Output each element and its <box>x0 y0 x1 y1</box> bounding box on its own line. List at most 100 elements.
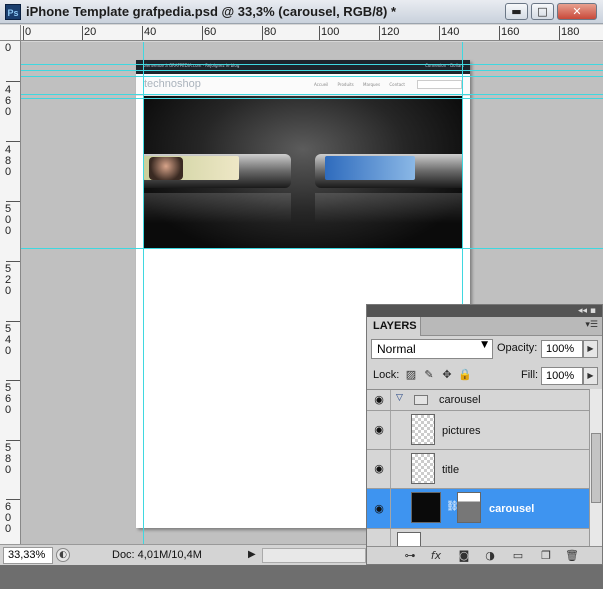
ruler-label: 5 0 0 <box>5 203 12 237</box>
ruler-label: 5 8 0 <box>5 442 12 476</box>
vertical-ruler[interactable]: 0 4 6 0 4 8 0 5 0 0 5 2 0 5 4 0 5 6 0 5 … <box>0 41 21 544</box>
layer-row-title[interactable]: ◉ title <box>367 450 589 489</box>
ruler-tick <box>23 26 24 40</box>
ruler-label: 180 <box>561 26 580 38</box>
ruler-tick <box>82 26 83 40</box>
site-navbar: technoshop Accueil Produits Marques Cont… <box>136 74 470 96</box>
face-photo <box>149 157 183 180</box>
scrollbar-thumb[interactable] <box>591 433 601 503</box>
eye-icon[interactable]: ◉ <box>372 394 386 406</box>
ruler-label: 140 <box>441 26 460 38</box>
ruler-corner[interactable] <box>0 25 21 41</box>
layer-mask-thumbnail[interactable] <box>457 492 481 523</box>
guide-line[interactable] <box>143 42 144 544</box>
trash-icon[interactable]: 🗑 <box>565 549 579 562</box>
link-layers-icon[interactable]: ⊶ <box>403 549 417 562</box>
ruler-label: 5 6 0 <box>5 382 12 416</box>
ruler-tick <box>6 499 20 500</box>
ruler-label: 5 4 0 <box>5 323 12 357</box>
adjustment-icon[interactable]: ◑ <box>483 549 497 562</box>
lock-image-icon[interactable]: ✎ <box>422 368 436 382</box>
ruler-label: 20 <box>84 26 97 38</box>
layers-scrollbar[interactable] <box>589 389 602 546</box>
collapse-panel-icon[interactable]: ◂◂ ▪ <box>578 305 596 317</box>
doc-size: Doc: 4,01M/10,4M <box>112 549 202 561</box>
eye-icon[interactable]: ◉ <box>372 503 386 515</box>
phone-reflection <box>315 193 463 223</box>
minimize-icon: ▬ <box>511 5 522 18</box>
lock-all-icon[interactable]: 🔒 <box>458 368 472 382</box>
lock-transparency-icon[interactable]: ▨ <box>404 368 418 382</box>
window-title: iPhone Template grafpedia.psd @ 33,3% (c… <box>26 4 397 19</box>
iphone-screen <box>325 156 415 180</box>
fx-icon[interactable]: fx <box>429 549 443 562</box>
guide-line[interactable] <box>21 248 603 249</box>
zoom-icon[interactable]: ◐ <box>56 548 70 562</box>
layer-row-group-carousel[interactable]: ◉ ▽ carousel <box>367 390 589 411</box>
layer-thumbnail <box>397 532 421 546</box>
expand-triangle-icon[interactable]: ▽ <box>396 393 403 403</box>
ruler-label: 0 <box>5 42 12 54</box>
guide-line[interactable] <box>21 64 603 65</box>
fill-slider-button[interactable]: ▶ <box>583 367 598 385</box>
zoom-field[interactable]: 33,33% <box>3 547 53 564</box>
layer-name: title <box>442 464 460 476</box>
close-button[interactable]: ✕ <box>557 3 597 20</box>
layers-panel: ◂◂ ▪ LAYERS ▾☰ Normal ▼ Opacity: 100% ▶ … <box>366 304 603 565</box>
maximize-button[interactable]: □ <box>531 3 554 20</box>
ruler-tick <box>439 26 440 40</box>
close-icon: ✕ <box>572 5 582 18</box>
ruler-tick <box>202 26 203 40</box>
site-topbar: bienvenue à GRAFPEDIA.com · Rejoignez le… <box>136 60 470 74</box>
ruler-label: 160 <box>501 26 520 38</box>
visibility-column <box>367 529 391 546</box>
ruler-label: 40 <box>144 26 157 38</box>
horizontal-ruler[interactable]: 0 20 40 60 80 100 120 140 160 180 <box>21 25 603 41</box>
panel-menu-icon[interactable]: ▾☰ <box>585 320 598 330</box>
lock-label: Lock: <box>373 369 400 381</box>
layers-panel-footer: ⊶ fx ◙ ◑ ▭ ❐ 🗑 <box>367 546 602 564</box>
guide-line[interactable] <box>21 70 603 71</box>
ruler-label: 4 6 0 <box>5 84 12 118</box>
layer-row-pictures[interactable]: ◉ pictures <box>367 411 589 450</box>
layer-name: pictures <box>442 425 481 437</box>
blend-mode-select[interactable]: Normal ▼ <box>371 339 493 359</box>
fill-field[interactable]: 100% <box>541 367 583 385</box>
carousel-image <box>143 96 463 249</box>
lock-position-icon[interactable]: ✥ <box>440 368 454 382</box>
layers-list: ◉ ▽ carousel ◉ pictures ◉ title ◉ ⛓ caro… <box>367 389 589 546</box>
ruler-tick <box>6 201 20 202</box>
status-menu-arrow-icon[interactable]: ▶ <box>248 549 256 560</box>
panel-tab-row: LAYERS ▾☰ <box>367 317 602 336</box>
ruler-label: 6 0 0 <box>5 501 12 535</box>
chevron-down-icon: ▼ <box>481 340 488 350</box>
eye-icon[interactable]: ◉ <box>372 424 386 436</box>
ruler-tick <box>262 26 263 40</box>
ruler-tick <box>6 321 20 322</box>
eye-icon[interactable]: ◉ <box>372 463 386 475</box>
new-group-icon[interactable]: ▭ <box>511 549 525 562</box>
layer-row-carousel-selected[interactable]: ◉ ⛓ carousel <box>367 489 589 529</box>
opacity-slider-button[interactable]: ▶ <box>583 340 598 358</box>
guide-line[interactable] <box>21 94 603 95</box>
ruler-label: 4 8 0 <box>5 144 12 178</box>
minimize-button[interactable]: ▬ <box>505 3 528 20</box>
layer-row-partial[interactable] <box>367 529 589 546</box>
opacity-field[interactable]: 100% <box>541 340 583 358</box>
ruler-label: 80 <box>264 26 277 38</box>
guide-line[interactable] <box>21 76 603 77</box>
horizontal-scrollbar[interactable] <box>262 548 366 563</box>
status-bar: 33,33% ◐ Doc: 4,01M/10,4M ▶ <box>0 544 366 565</box>
ruler-tick <box>6 81 20 82</box>
layer-name: carousel <box>489 503 535 515</box>
iphone-left <box>143 154 291 188</box>
ruler-label: 100 <box>321 26 340 38</box>
new-layer-icon[interactable]: ❐ <box>539 549 553 562</box>
mask-icon[interactable]: ◙ <box>457 549 471 562</box>
layer-thumbnail <box>411 492 441 523</box>
layer-name: carousel <box>439 394 481 406</box>
ruler-tick <box>142 26 143 40</box>
photoshop-window: Ps iPhone Template grafpedia.psd @ 33,3%… <box>0 0 603 565</box>
guide-line[interactable] <box>21 98 603 99</box>
tab-layers[interactable]: LAYERS <box>367 317 421 336</box>
